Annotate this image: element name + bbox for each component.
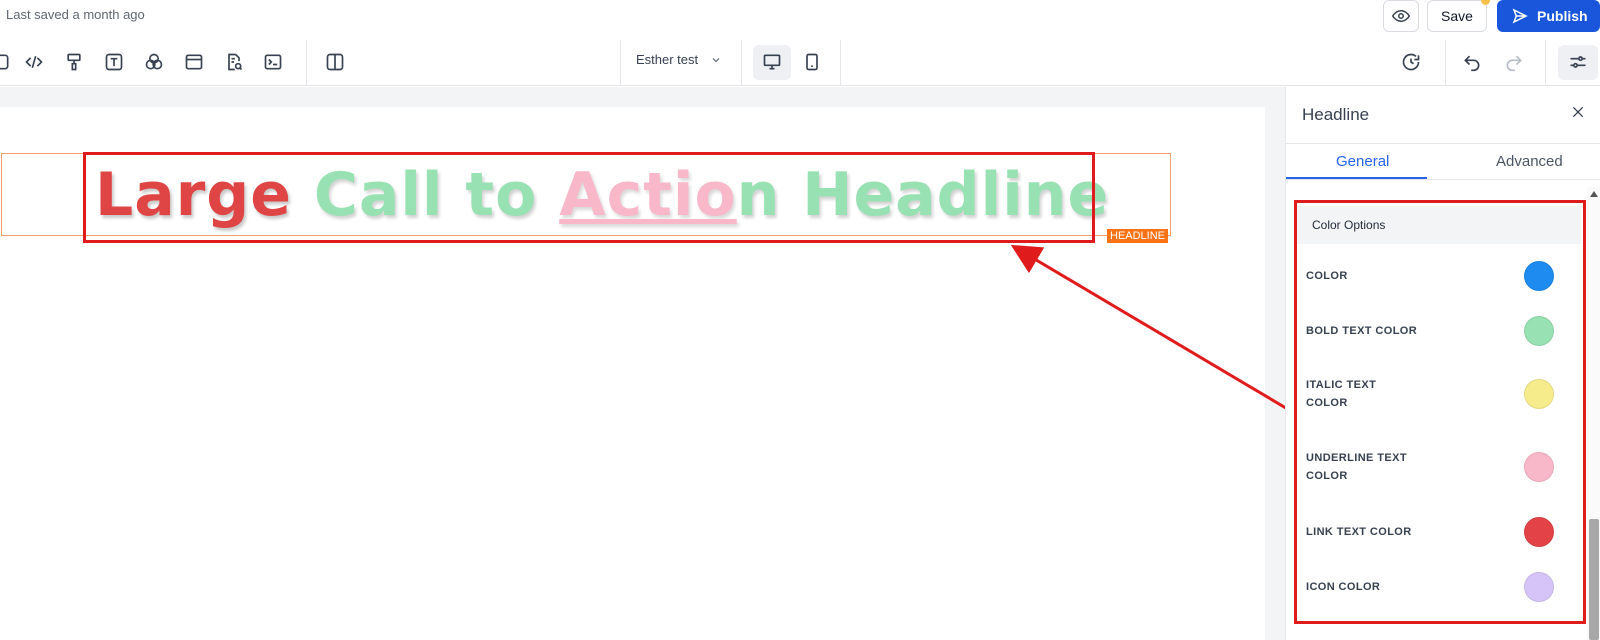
toolbar-divider bbox=[620, 40, 621, 86]
square-icon[interactable] bbox=[0, 51, 12, 73]
tablet-icon bbox=[806, 53, 818, 71]
redo-icon[interactable] bbox=[1503, 51, 1525, 73]
window-icon[interactable] bbox=[183, 51, 205, 73]
save-button[interactable]: Save bbox=[1427, 0, 1487, 32]
unsaved-indicator bbox=[1481, 0, 1490, 5]
panel-divider bbox=[1286, 143, 1600, 144]
chevron-down-icon bbox=[712, 57, 720, 62]
undo-icon[interactable] bbox=[1461, 51, 1483, 73]
document-search-icon[interactable] bbox=[223, 51, 245, 73]
panel-title: Headline bbox=[1302, 105, 1370, 124]
code-icon[interactable] bbox=[23, 51, 45, 73]
columns-icon[interactable] bbox=[324, 51, 346, 73]
toolbar-divider bbox=[306, 40, 307, 86]
user-select-value: Esther test bbox=[636, 52, 699, 67]
tab-general[interactable]: General bbox=[1336, 153, 1389, 170]
sliders-icon bbox=[1567, 51, 1589, 73]
toolbar-divider bbox=[840, 40, 841, 86]
publish-label: Publish bbox=[1537, 8, 1588, 24]
history-icon[interactable] bbox=[1400, 51, 1422, 73]
close-icon bbox=[1572, 106, 1584, 118]
properties-panel: Headline General Advanced Color Options … bbox=[1285, 87, 1600, 640]
tablet-view-button[interactable] bbox=[801, 51, 823, 73]
user-select-dropdown[interactable]: Esther test bbox=[636, 52, 722, 67]
paint-roller-icon[interactable] bbox=[63, 51, 85, 73]
toolbar-divider bbox=[1445, 40, 1446, 86]
element-type-tag: HEADLINE bbox=[1107, 229, 1169, 243]
text-icon[interactable] bbox=[103, 51, 125, 73]
scroll-up-arrow[interactable] bbox=[1590, 191, 1598, 197]
publish-button[interactable]: Publish bbox=[1497, 0, 1600, 32]
send-icon bbox=[1512, 8, 1528, 24]
color-circles-icon[interactable] bbox=[143, 51, 165, 73]
annotation-box-color-options bbox=[1294, 200, 1586, 624]
editor-toolbar: Esther test bbox=[0, 40, 1600, 86]
last-saved-status: Last saved a month ago bbox=[6, 7, 145, 22]
top-bar: Last saved a month ago Save Publish bbox=[0, 0, 1600, 32]
desktop-icon bbox=[761, 51, 783, 73]
terminal-icon[interactable] bbox=[262, 51, 284, 73]
close-panel-button[interactable] bbox=[1567, 101, 1589, 123]
tabs-divider bbox=[1286, 179, 1600, 180]
preview-button[interactable] bbox=[1383, 0, 1419, 32]
tab-advanced[interactable]: Advanced bbox=[1496, 153, 1563, 170]
scrollbar-thumb[interactable] bbox=[1589, 519, 1599, 640]
annotation-box-headline bbox=[83, 152, 1095, 243]
toolbar-divider bbox=[1545, 40, 1546, 86]
toolbar-divider bbox=[741, 40, 742, 86]
eye-icon bbox=[1392, 9, 1410, 23]
